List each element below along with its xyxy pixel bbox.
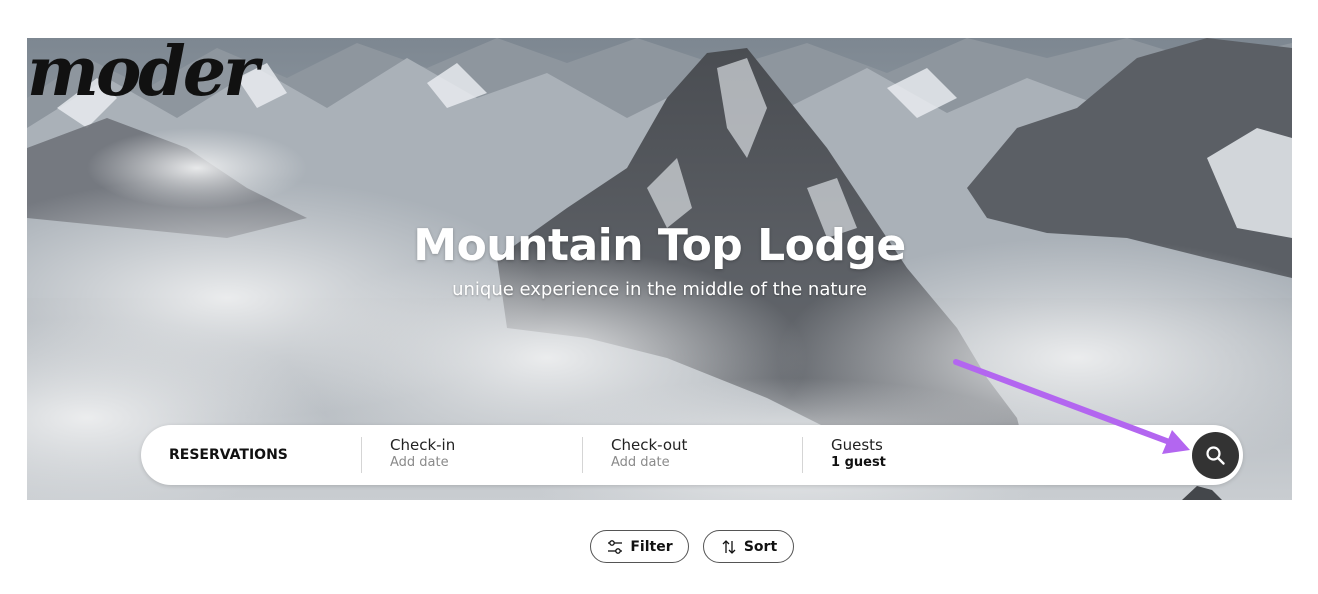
reservations-label: RESERVATIONS	[169, 447, 288, 463]
guests-field[interactable]: Guests 1 guest	[802, 436, 1021, 473]
search-icon	[1206, 446, 1225, 465]
guests-title: Guests	[831, 436, 883, 454]
hero-subtitle: unique experience in the middle of the n…	[452, 279, 867, 300]
search-button[interactable]	[1192, 432, 1239, 479]
filter-label: Filter	[630, 538, 673, 555]
reservation-search-bar: RESERVATIONS Check-in Add date Check-out…	[141, 425, 1243, 485]
check-in-value: Add date	[390, 455, 449, 470]
check-in-title: Check-in	[390, 436, 456, 454]
filter-button[interactable]: Filter	[590, 530, 689, 563]
brand-logo[interactable]: moder	[27, 38, 259, 106]
sort-label: Sort	[743, 538, 778, 555]
check-in-field[interactable]: Check-in Add date	[361, 436, 580, 473]
sort-arrows-icon	[722, 539, 736, 554]
sort-button[interactable]: Sort	[703, 530, 794, 563]
check-out-field[interactable]: Check-out Add date	[582, 436, 801, 473]
check-out-value: Add date	[611, 455, 670, 470]
guests-value: 1 guest	[831, 455, 886, 470]
check-out-title: Check-out	[611, 436, 688, 454]
sliders-icon	[608, 539, 623, 554]
hero-title: Mountain Top Lodge	[413, 220, 906, 271]
